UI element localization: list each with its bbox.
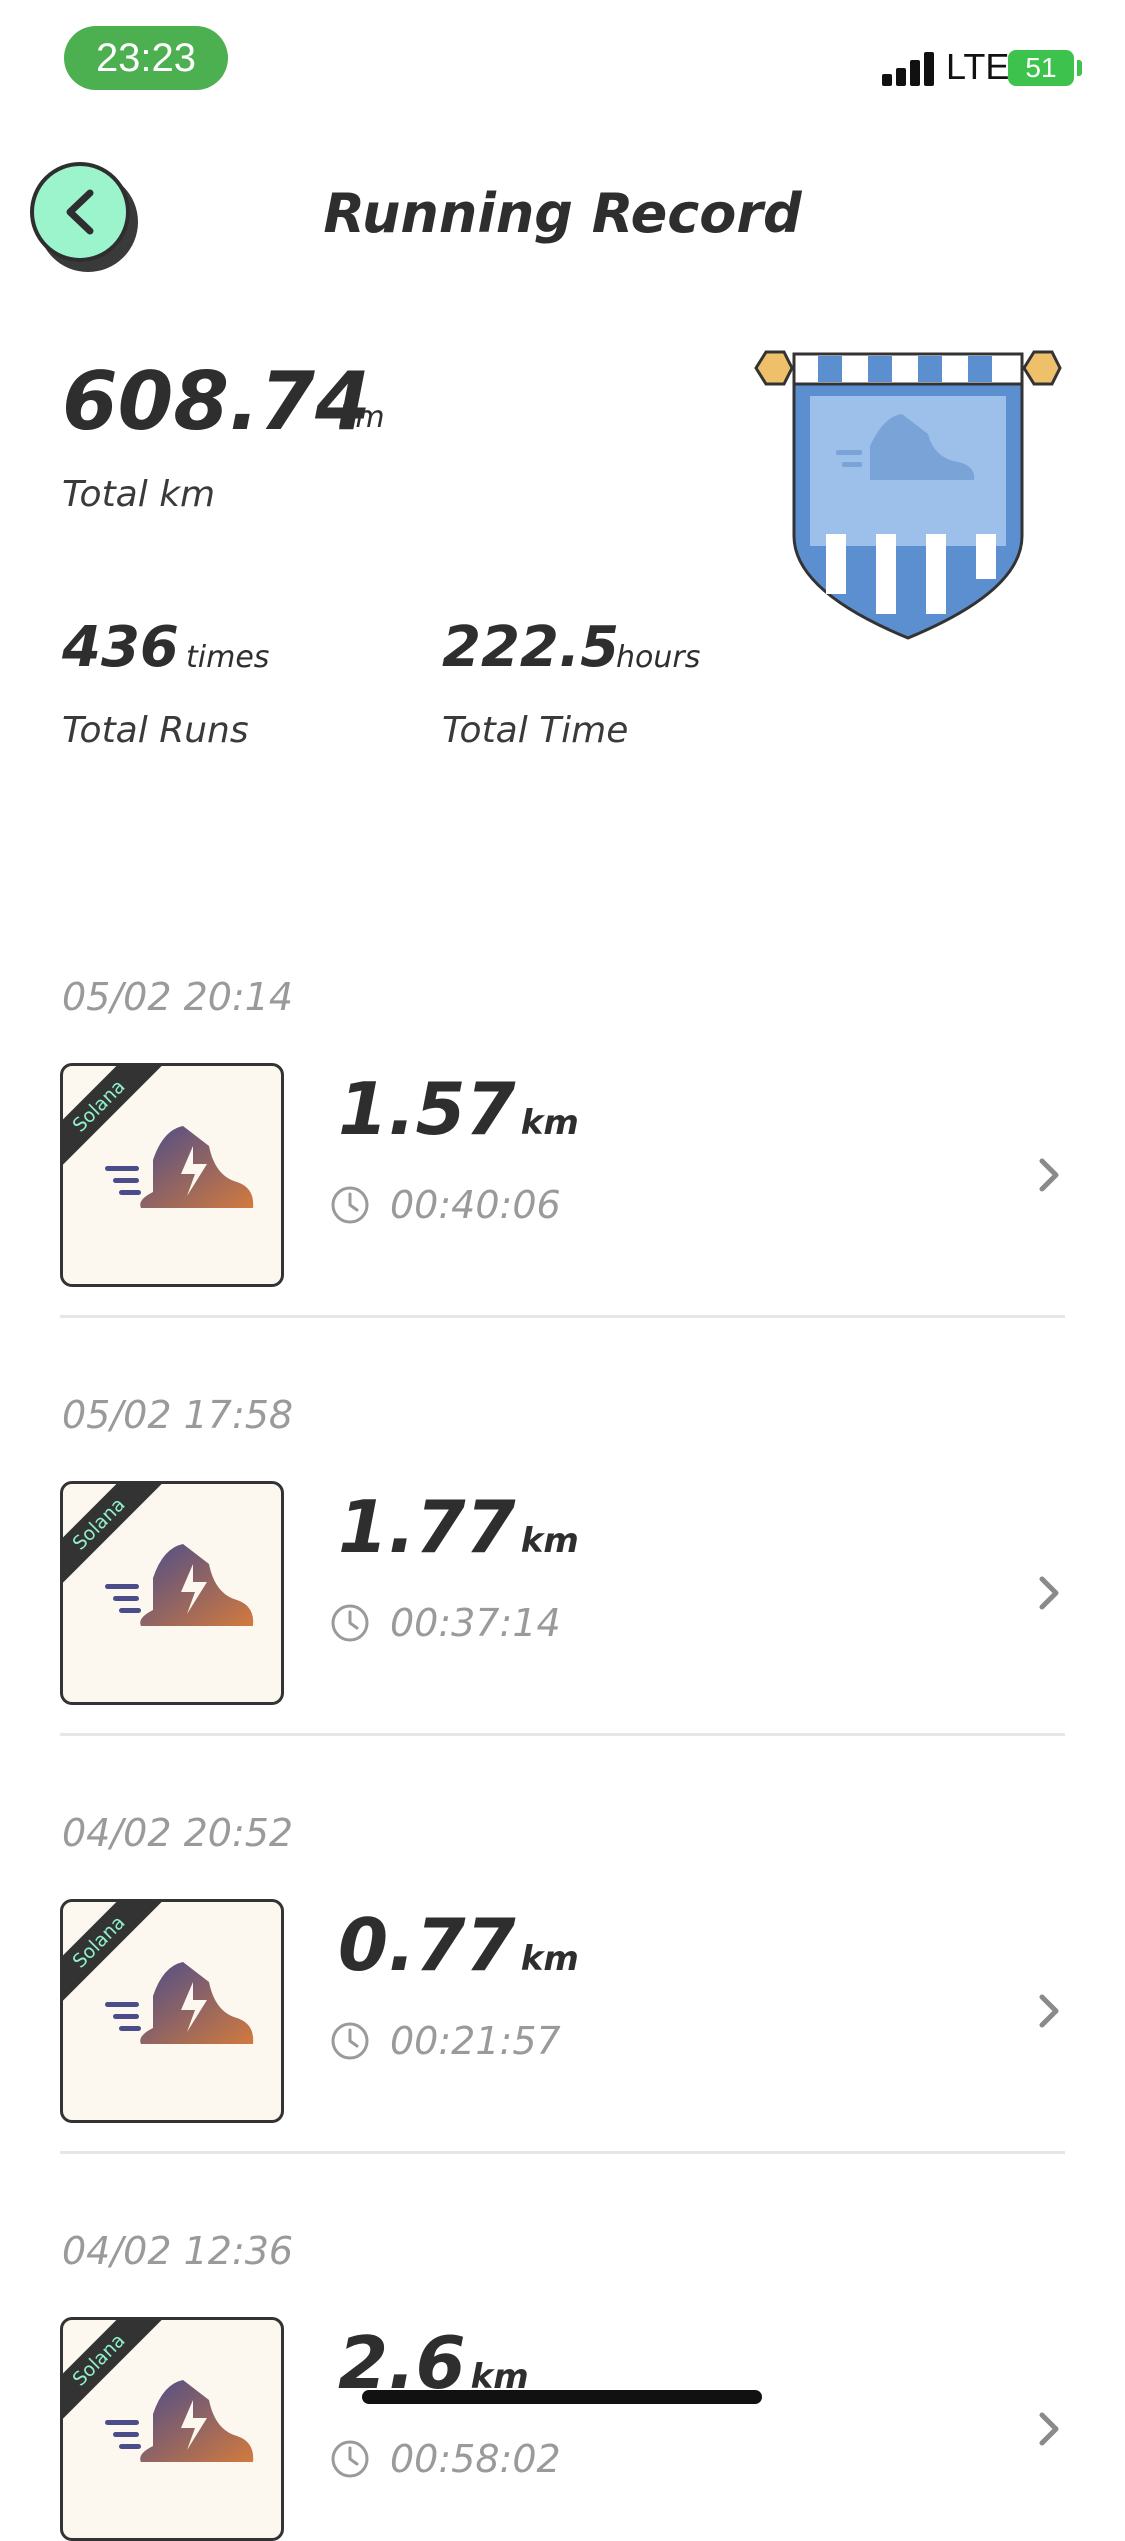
run-distance-unit: km bbox=[520, 1521, 579, 1561]
battery-icon: 51 bbox=[1008, 50, 1074, 86]
row-divider bbox=[60, 1733, 1065, 1736]
run-duration-row: 00:58:02 bbox=[330, 2437, 561, 2481]
run-duration-row: 00:37:14 bbox=[330, 1601, 561, 1645]
battery-level: 51 bbox=[1025, 52, 1057, 83]
run-date: 05/02 20:14 bbox=[62, 975, 294, 1019]
run-duration: 00:21:57 bbox=[390, 2019, 561, 2063]
chevron-right-icon[interactable] bbox=[1034, 2409, 1064, 2449]
clock-icon bbox=[331, 2022, 369, 2060]
total-time-label: Total Time bbox=[442, 710, 629, 751]
achievement-banner-icon bbox=[754, 350, 1062, 640]
run-distance-row: 1.77 km bbox=[338, 1485, 579, 1569]
clock-icon bbox=[331, 2440, 369, 2478]
run-duration: 00:58:02 bbox=[390, 2437, 561, 2481]
row-divider bbox=[60, 2151, 1065, 2154]
running-shoe-icon bbox=[105, 1962, 254, 2044]
run-thumbnail[interactable]: Solana bbox=[60, 2317, 284, 2541]
chevron-right-icon[interactable] bbox=[1034, 1155, 1064, 1195]
run-distance-unit: km bbox=[520, 1103, 579, 1143]
clock-icon bbox=[331, 1186, 369, 1224]
running-shoe-icon bbox=[105, 2380, 254, 2462]
network-type: LTE bbox=[946, 46, 1010, 87]
status-time: 23:23 bbox=[64, 26, 228, 90]
run-duration: 00:40:06 bbox=[390, 1183, 561, 1227]
run-date: 04/02 12:36 bbox=[62, 2229, 294, 2273]
run-distance-row: 1.57 km bbox=[338, 1067, 579, 1151]
battery-tip bbox=[1077, 60, 1082, 76]
run-thumbnail[interactable]: Solana bbox=[60, 1899, 284, 2123]
total-runs-label: Total Runs bbox=[62, 710, 249, 751]
run-distance: 1.77 bbox=[338, 1485, 516, 1569]
total-time-value: 222.5 bbox=[442, 615, 620, 680]
run-distance-unit: km bbox=[520, 1939, 579, 1979]
total-runs-unit: times bbox=[186, 640, 270, 675]
run-duration-row: 00:21:57 bbox=[330, 2019, 561, 2063]
run-date: 05/02 17:58 bbox=[62, 1393, 294, 1437]
run-duration-row: 00:40:06 bbox=[330, 1183, 561, 1227]
running-shoe-icon bbox=[105, 1126, 254, 1208]
total-time-unit: hours bbox=[616, 640, 701, 675]
run-distance-row: 0.77 km bbox=[338, 1903, 579, 1987]
chevron-right-icon[interactable] bbox=[1034, 1991, 1064, 2031]
total-runs-value: 436 bbox=[62, 615, 179, 680]
page-title: Running Record bbox=[323, 182, 802, 245]
total-km-value: 608.74 bbox=[62, 355, 371, 448]
running-shoe-icon bbox=[105, 1544, 254, 1626]
signal-icon bbox=[882, 50, 942, 86]
run-thumbnail[interactable]: Solana bbox=[60, 1481, 284, 1705]
run-distance: 0.77 bbox=[338, 1903, 516, 1987]
run-thumbnail[interactable]: Solana bbox=[60, 1063, 284, 1287]
total-km-label: Total km bbox=[62, 474, 216, 515]
chevron-right-icon[interactable] bbox=[1034, 1573, 1064, 1613]
home-indicator bbox=[362, 2390, 762, 2404]
row-divider bbox=[60, 1315, 1065, 1318]
total-km-unit: km bbox=[338, 400, 385, 435]
run-distance: 1.57 bbox=[338, 1067, 516, 1151]
clock-icon bbox=[331, 1604, 369, 1642]
run-date: 04/02 20:52 bbox=[62, 1811, 294, 1855]
run-duration: 00:37:14 bbox=[390, 1601, 561, 1645]
